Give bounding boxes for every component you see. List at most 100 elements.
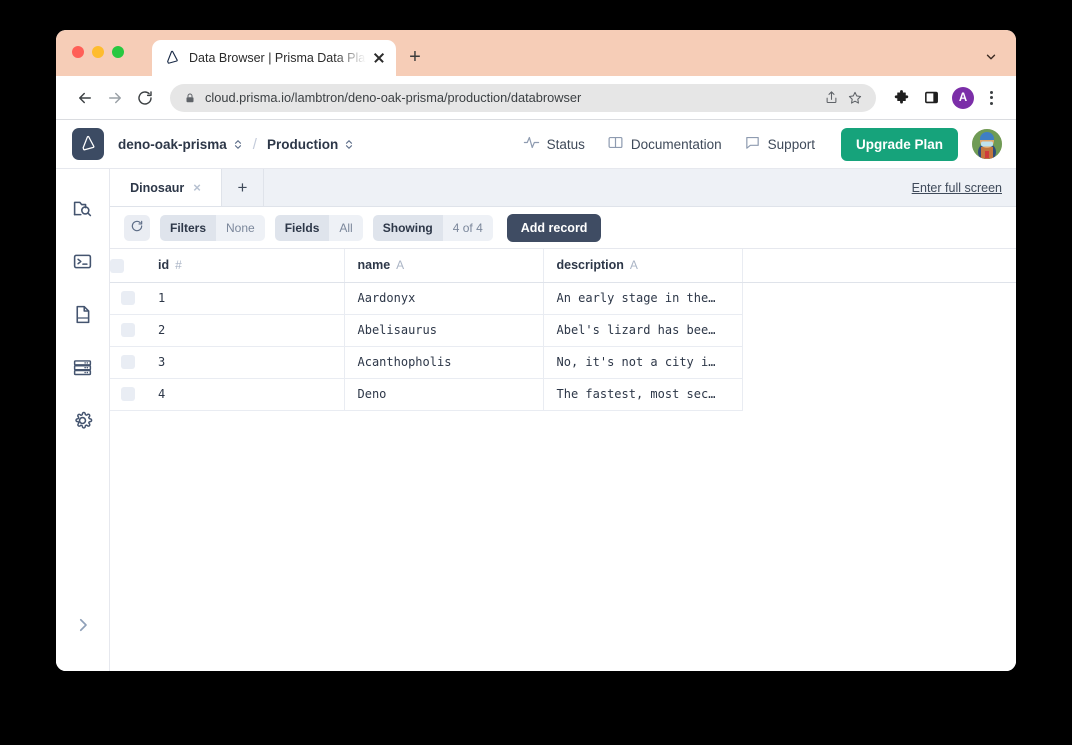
lock-icon [184, 91, 196, 105]
kebab-menu-icon[interactable] [980, 87, 1002, 109]
select-all-header[interactable] [110, 249, 145, 283]
folder-search-icon [72, 198, 93, 224]
cell-description[interactable]: Abel's lizard has bee… [543, 314, 743, 347]
table-row[interactable]: 2 Abelisaurus Abel's lizard has bee… [110, 314, 1016, 347]
environment-name: Production [266, 136, 339, 152]
column-type-icon: # [175, 258, 182, 273]
back-arrow-icon[interactable] [70, 83, 100, 113]
column-header-description[interactable]: description A [543, 249, 743, 283]
row-select-cell[interactable] [110, 346, 145, 379]
row-select-cell[interactable] [110, 282, 145, 315]
prisma-logo-icon[interactable] [72, 128, 104, 160]
cell-empty [742, 346, 1016, 378]
sidebar-expand-button[interactable] [63, 607, 103, 647]
browser-tab-title: Data Browser | Prisma Data Pla [189, 51, 366, 65]
data-table-wrapper: id # name A description A 1 Aardonyx An … [110, 249, 1016, 671]
data-browser-content: Dinosaur × + Enter full screen Filters N… [110, 169, 1016, 671]
forward-arrow-icon[interactable] [100, 83, 130, 113]
minimize-window-button[interactable] [92, 46, 104, 58]
showing-control[interactable]: Showing 4 of 4 [372, 214, 493, 241]
book-icon [607, 134, 624, 154]
database-icon [72, 357, 93, 383]
model-tab-dinosaur[interactable]: Dinosaur × [110, 169, 222, 206]
terminal-icon [72, 251, 93, 277]
sidebar-item-settings[interactable] [63, 403, 103, 443]
add-record-button[interactable]: Add record [506, 213, 602, 242]
cell-empty [742, 378, 1016, 410]
browser-toolbar: cloud.prisma.io/lambtron/deno-oak-prisma… [56, 76, 1016, 120]
cell-name[interactable]: Abelisaurus [344, 314, 544, 347]
row-checkbox[interactable] [120, 355, 135, 370]
sidebar-item-schema[interactable] [63, 297, 103, 337]
cell-id[interactable]: 1 [145, 282, 345, 315]
breadcrumb-environment[interactable]: Production [267, 137, 354, 152]
column-header-empty [742, 249, 1016, 283]
maximize-window-button[interactable] [112, 46, 124, 58]
close-window-button[interactable] [72, 46, 84, 58]
browser-profile-avatar[interactable]: A [952, 86, 974, 109]
browser-tab[interactable]: Data Browser | Prisma Data Pla [152, 40, 396, 76]
refresh-button[interactable] [124, 214, 150, 241]
row-select-cell[interactable] [110, 378, 145, 411]
close-model-tab-button[interactable]: × [193, 180, 201, 195]
cell-description[interactable]: The fastest, most sec… [543, 378, 743, 411]
select-all-checkbox[interactable] [110, 258, 124, 273]
upgrade-plan-button[interactable]: Upgrade Plan [840, 127, 958, 161]
document-icon [72, 304, 93, 330]
cell-id[interactable]: 4 [145, 378, 345, 411]
filters-control[interactable]: Filters None [160, 214, 265, 241]
reload-icon[interactable] [130, 83, 160, 113]
user-avatar[interactable] [972, 129, 1002, 159]
filters-value: None [216, 214, 265, 241]
star-icon[interactable] [844, 87, 866, 109]
table-row[interactable]: 1 Aardonyx An early stage in the… [110, 282, 1016, 315]
header-link-documentation[interactable]: Documentation [607, 134, 722, 154]
project-name: deno-oak-prisma [118, 136, 227, 152]
side-panel-icon[interactable] [918, 85, 944, 111]
filters-label: Filters [160, 214, 217, 241]
cell-id[interactable]: 2 [145, 314, 345, 347]
row-checkbox[interactable] [120, 323, 135, 338]
close-tab-button[interactable] [370, 49, 388, 67]
cell-id[interactable]: 3 [145, 346, 345, 379]
column-label: name [357, 258, 391, 273]
app-body: Dinosaur × + Enter full screen Filters N… [56, 169, 1016, 671]
puzzle-piece-icon[interactable] [888, 85, 914, 111]
table-row[interactable]: 3 Acanthopholis No, it's not a city i… [110, 346, 1016, 379]
fields-control[interactable]: Fields All [274, 214, 363, 241]
sidebar-item-database[interactable] [63, 350, 103, 390]
row-checkbox[interactable] [120, 387, 135, 402]
breadcrumb-separator: / [252, 135, 257, 153]
enter-full-screen-link[interactable]: Enter full screen [912, 181, 1002, 195]
cell-description[interactable]: An early stage in the… [543, 282, 743, 315]
showing-value: 4 of 4 [442, 214, 493, 241]
chevron-updown-icon [233, 138, 243, 151]
cell-name[interactable]: Aardonyx [344, 282, 544, 315]
add-model-tab-button[interactable]: + [222, 169, 264, 206]
column-header-name[interactable]: name A [344, 249, 544, 283]
address-bar[interactable]: cloud.prisma.io/lambtron/deno-oak-prisma… [170, 83, 876, 112]
share-icon[interactable] [820, 87, 842, 109]
sidebar-item-query-console[interactable] [63, 244, 103, 284]
breadcrumb-project[interactable]: deno-oak-prisma [118, 137, 243, 152]
cell-name[interactable]: Acanthopholis [344, 346, 544, 379]
row-checkbox[interactable] [120, 291, 135, 306]
column-type-icon: A [396, 258, 405, 273]
refresh-icon [130, 219, 144, 236]
table-body: 1 Aardonyx An early stage in the… 2 Abel… [110, 282, 1016, 411]
pulse-icon [523, 134, 540, 154]
data-toolbar: Filters None Fields All Showing 4 of 4 A… [110, 207, 1016, 249]
header-link-status[interactable]: Status [523, 134, 585, 154]
model-tab-bar: Dinosaur × + Enter full screen [110, 169, 1016, 207]
new-tab-button[interactable]: + [402, 44, 428, 70]
column-header-id[interactable]: id # [145, 249, 345, 283]
row-select-cell[interactable] [110, 314, 145, 347]
chevron-down-icon[interactable] [980, 46, 1002, 68]
table-row[interactable]: 4 Deno The fastest, most sec… [110, 378, 1016, 411]
header-link-support[interactable]: Support [744, 134, 815, 154]
sidebar-item-data-browser[interactable] [63, 191, 103, 231]
cell-name[interactable]: Deno [344, 378, 544, 411]
column-type-icon: A [629, 258, 638, 273]
app-sidebar [56, 169, 110, 671]
cell-description[interactable]: No, it's not a city i… [543, 346, 743, 379]
